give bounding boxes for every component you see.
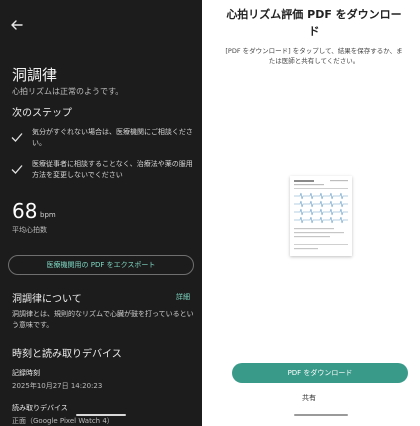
check-icon [11, 165, 23, 174]
about-text: 洞調律とは、規則的なリズムで心臓が鼓を打っているという意味です。 [12, 310, 194, 329]
next-steps-heading: 次のステップ [12, 108, 72, 119]
back-arrow-icon[interactable] [10, 18, 24, 32]
share-button[interactable]: 共有 [302, 393, 316, 403]
step-item: 気分がすぐれない場合は、医療機関にご相談ください。 [10, 127, 196, 149]
navigation-handle [294, 414, 348, 416]
download-pdf-button[interactable]: PDF をダウンロード [232, 363, 408, 383]
result-subtitle: 心拍リズムは正常のようです。 [12, 87, 124, 96]
step-text: 医療従事者に相談することなく、治療法や薬の服用方法を変更しないでください [32, 160, 193, 179]
navigation-handle [76, 414, 126, 416]
step-item: 医療従事者に相談することなく、治療法や薬の服用方法を変更しないでください [10, 159, 196, 181]
device-label: 読み取りデバイス [12, 404, 68, 412]
sheet-description: [PDF をダウンロード] をタップして、結果を保存するか、または医師と共有して… [225, 47, 403, 65]
result-title: 洞調律 [12, 66, 58, 84]
time-device-heading: 時刻と読み取りデバイス [12, 349, 122, 360]
average-bpm-value: 68 [12, 199, 38, 223]
bpm-unit: bpm [40, 211, 56, 219]
sheet-title: 心拍リズム評価 PDF をダウンロード [226, 8, 402, 38]
result-panel: 洞調律 心拍リズムは正常のようです。 次のステップ 気分がすぐれない場合は、医療… [0, 0, 202, 426]
average-bpm-label: 平均心拍数 [12, 226, 47, 234]
about-heading: 洞調律について [12, 294, 82, 305]
device-value: 正面（Google Pixel Watch 4） [12, 417, 114, 425]
download-sheet: 心拍リズム評価 PDF をダウンロード [PDF をダウンロード] をタップして… [202, 0, 420, 426]
record-time-value: 2025年10月27日 14:20:23 [12, 382, 103, 390]
export-pdf-button[interactable]: 医療機関用の PDF をエクスポート [8, 255, 194, 275]
step-text: 気分がすぐれない場合は、医療機関にご相談ください。 [32, 128, 193, 147]
details-link[interactable]: 詳細 [176, 292, 190, 302]
record-time-label: 記録時刻 [12, 369, 40, 377]
check-icon [11, 133, 23, 142]
pdf-preview-thumbnail [290, 176, 352, 256]
